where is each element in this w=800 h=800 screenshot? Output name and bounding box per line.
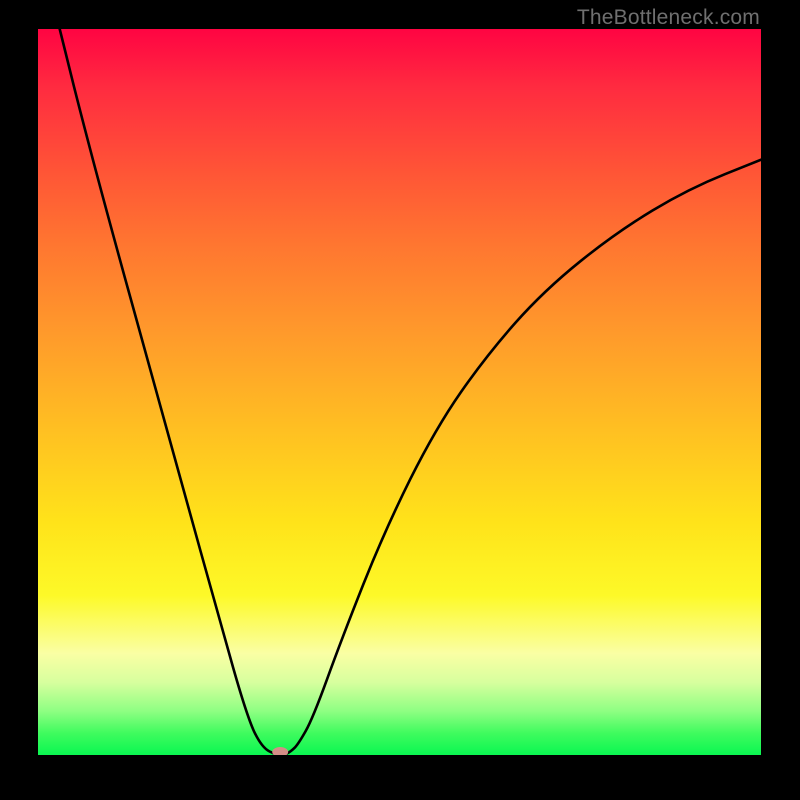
plot-area <box>38 29 761 755</box>
curve-path <box>60 29 761 755</box>
watermark-text: TheBottleneck.com <box>577 6 760 30</box>
chart-frame: TheBottleneck.com <box>0 0 800 800</box>
bottleneck-curve <box>38 29 761 755</box>
optimum-marker <box>272 747 288 755</box>
